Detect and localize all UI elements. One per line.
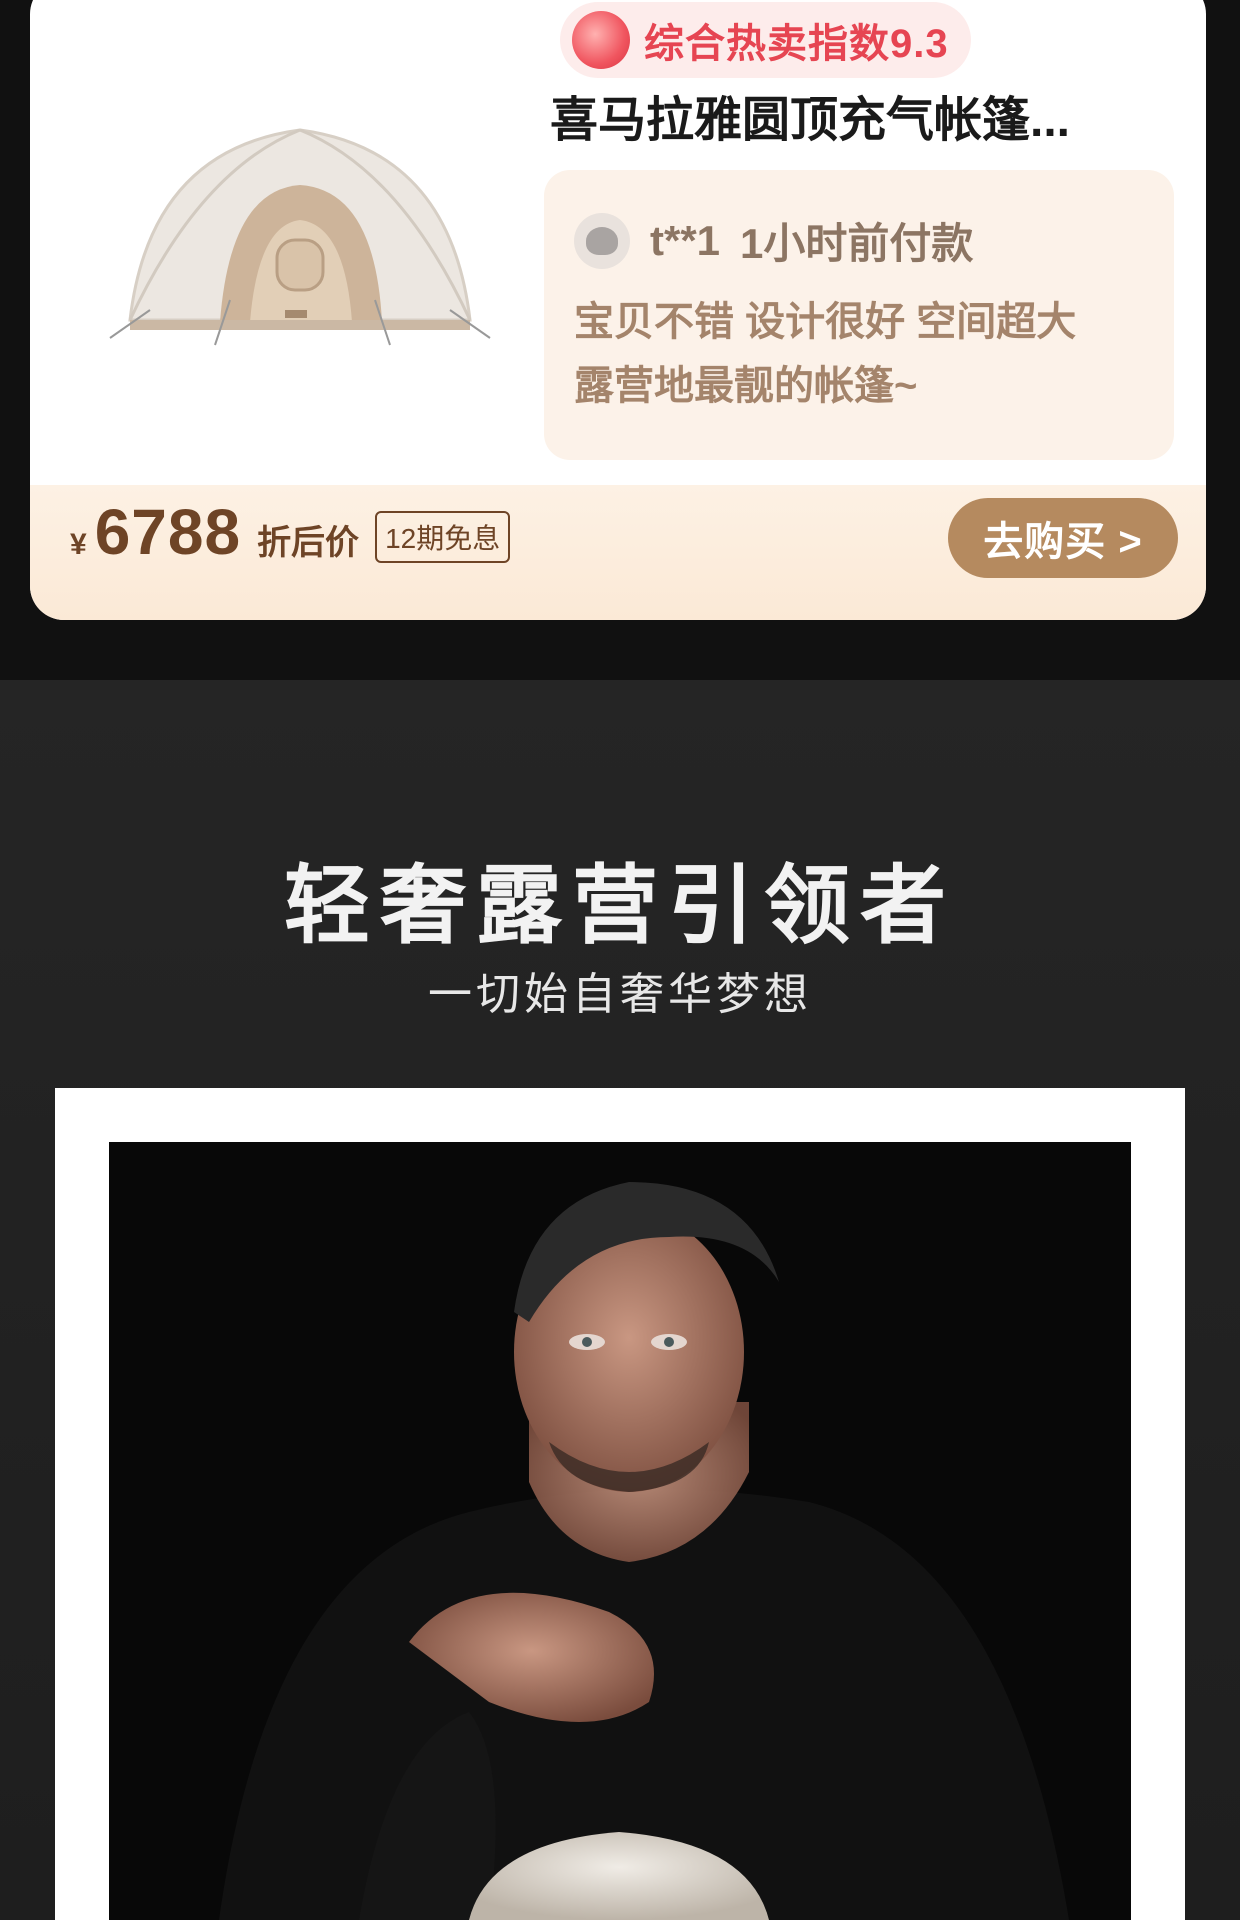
promo-section: 轻奢露营引领者 一切始自奢华梦想 [0,680,1240,1920]
review-box: t**1 1小时前付款 宝贝不错 设计很好 空间超大 露营地最靓的帐篷~ [544,170,1174,460]
price-row: ¥ 6788 折后价 12期免息 [70,495,511,569]
buy-button[interactable]: 去购买 > [948,498,1178,578]
promo-subtitle: 一切始自奢华梦想 [428,970,812,1019]
flame-icon [572,11,630,69]
tent-image [109,128,491,346]
product-title[interactable]: 喜马拉雅圆顶充气帐篷... [550,80,1170,150]
product-card[interactable]: 综合热卖指数9.3 喜马拉雅圆顶充气帐篷... t**1 1小时前付款 宝贝不错… [30,0,1206,620]
reviewer-name: t**1 [650,216,721,264]
review-time: 1小时前付款 [740,220,974,267]
model-photo [109,1142,1131,1920]
review-text: 宝贝不错 设计很好 空间超大 露营地最靓的帐篷~ [574,300,1077,408]
model-figure [219,1182,1069,1920]
hot-index-badge: 综合热卖指数9.3 [560,2,971,78]
promo-title: 轻奢露营引领者 [284,858,956,954]
price-value: 6788 [94,496,242,568]
review-user: t**1 1小时前付款 [574,210,973,271]
installment-tag: 12期免息 [375,511,511,563]
price-label: 折后价 [257,524,360,562]
hot-index-label: 综合热卖指数9.3 [644,22,949,66]
avatar [574,212,630,269]
photo-frame [55,1088,1185,1920]
currency-symbol: ¥ [70,528,87,561]
